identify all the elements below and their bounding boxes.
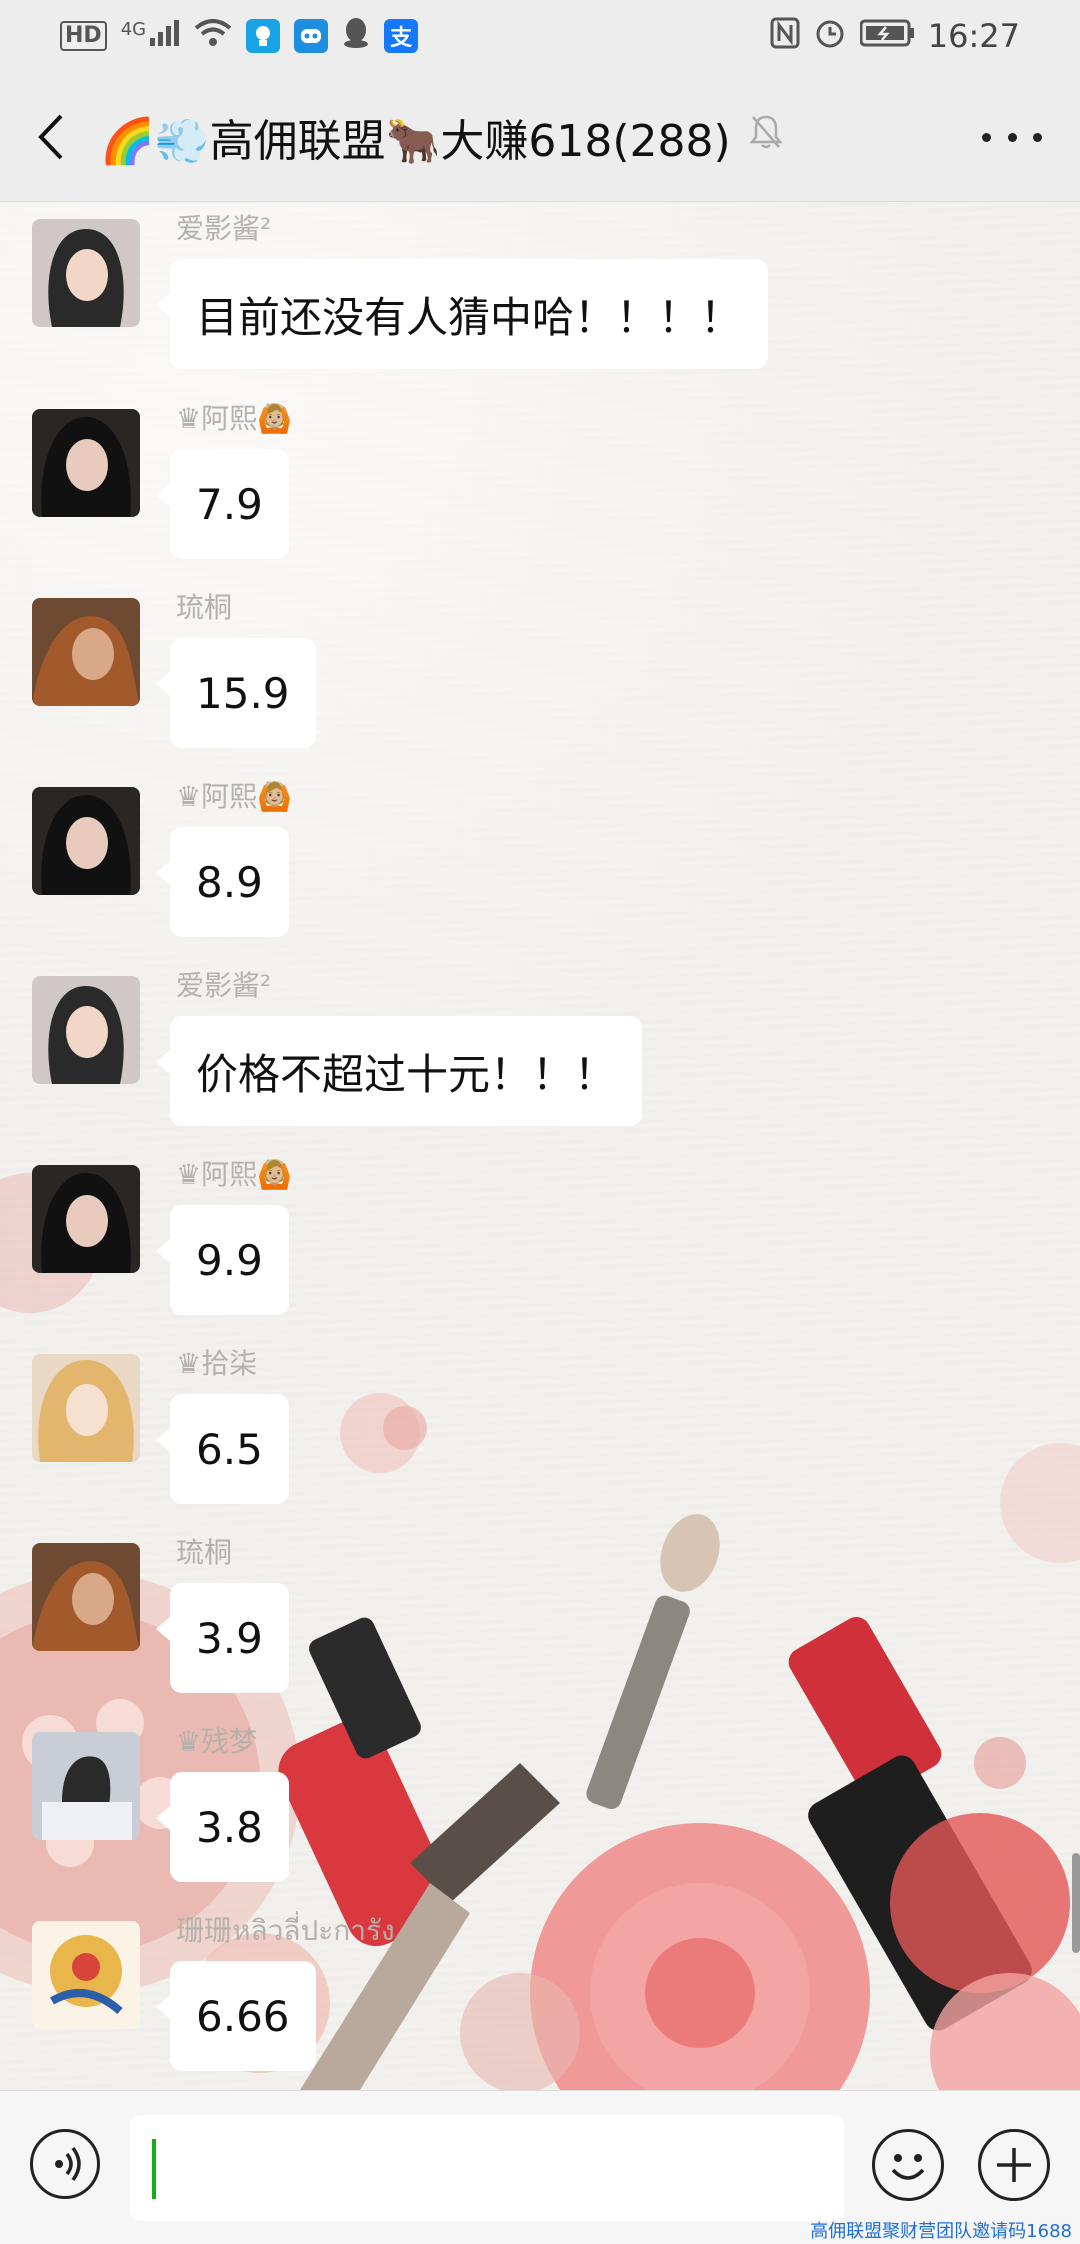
message-row: 珊珊หลิวลี่ปะการัง 6.66 (0, 1905, 1080, 2090)
message-row: 琉桐 15.9 (0, 582, 1080, 772)
hd-badge: HD (60, 21, 107, 51)
message-input[interactable] (130, 2115, 844, 2221)
bulb-app-icon (246, 19, 281, 53)
sender-name: ♛残梦 (176, 1725, 258, 1758)
message-bubble[interactable]: 6.5 (156, 1394, 289, 1504)
message-row: 爱影酱² 目前还没有人猜中哈！！！！ (0, 203, 1080, 393)
message-bubble[interactable]: 3.9 (156, 1583, 289, 1693)
signal-icon (150, 19, 180, 53)
scrollbar[interactable] (1072, 1853, 1080, 1953)
watermark: 高佣联盟聚财营团队邀请码1688 (810, 2221, 1072, 2242)
message-bubble[interactable]: 7.9 (156, 449, 289, 559)
robot-app-icon (294, 19, 329, 53)
message-bubble[interactable]: 9.9 (156, 1205, 289, 1315)
dot-icon (1033, 132, 1042, 142)
more-functions-button[interactable] (978, 2129, 1050, 2201)
sender-name: 爱影酱² (176, 969, 272, 1002)
avatar[interactable] (32, 409, 140, 517)
message-bubble[interactable]: 8.9 (156, 827, 289, 937)
qq-icon (342, 17, 370, 56)
status-time: 16:27 (927, 17, 1020, 55)
message-row: ♛残梦 3.8 (0, 1716, 1080, 1906)
chat-title: 🌈💨高佣联盟🐂大赚618(288) (100, 115, 731, 167)
message-bubble[interactable]: 6.66 (156, 1961, 316, 2071)
message-bubble[interactable]: 3.8 (156, 1772, 289, 1882)
network-type: 4G (120, 18, 147, 40)
status-bar: HD 4G 支 16:27 (0, 0, 1080, 72)
sender-name: 爱影酱² (176, 212, 272, 245)
avatar[interactable] (32, 598, 140, 706)
message-row: ♛阿熙🙆🏼 9.9 (0, 1149, 1080, 1339)
avatar[interactable] (32, 1921, 140, 2029)
voice-input-button[interactable] (30, 2129, 100, 2199)
message-row: 爱影酱² 价格不超过十元！！！ (0, 960, 1080, 1150)
message-bubble[interactable]: 目前还没有人猜中哈！！！！ (155, 259, 769, 369)
chat-title-wrap: 🌈💨高佣联盟🐂大赚618(288) (100, 105, 783, 169)
avatar[interactable] (32, 976, 140, 1084)
nfc-icon (770, 17, 800, 56)
message-list[interactable]: 爱影酱² 目前还没有人猜中哈！！！！ ♛阿熙🙆🏼 7.9 琉桐 15.9 ♛阿熙… (0, 203, 1080, 2090)
muted-bell-icon (749, 111, 783, 162)
chat-header: 🌈💨高佣联盟🐂大赚618(288) (0, 72, 1080, 202)
back-button[interactable] (0, 72, 100, 202)
dot-icon (982, 132, 991, 142)
smiley-icon (891, 2154, 925, 2180)
message-row: ♛阿熙🙆🏼 8.9 (0, 771, 1080, 961)
sender-name: ♛阿熙🙆🏼 (176, 402, 292, 435)
battery-icon (859, 19, 914, 54)
wifi-icon (194, 18, 232, 55)
alipay-icon: 支 (384, 19, 419, 53)
text-caret (152, 2139, 156, 2199)
plus-icon (997, 2148, 1031, 2182)
sender-name: ♛拾柒 (176, 1347, 258, 1380)
alarm-icon (814, 17, 846, 56)
avatar[interactable] (32, 1732, 140, 1840)
avatar[interactable] (32, 787, 140, 895)
sender-name: ♛阿熙🙆🏼 (176, 780, 292, 813)
sender-name: 琉桐 (176, 1536, 233, 1569)
status-right: 16:27 (770, 17, 1020, 56)
sender-name: 琉桐 (176, 591, 233, 624)
message-row: ♛拾柒 6.5 (0, 1338, 1080, 1528)
avatar[interactable] (32, 1354, 140, 1462)
chat-screen: HD 4G 支 16:27 🌈💨高佣联盟🐂大赚618(288) 爱影酱² 目前还… (0, 0, 1080, 2244)
message-bubble[interactable]: 价格不超过十元！！！ (155, 1016, 643, 1126)
avatar[interactable] (32, 1543, 140, 1651)
message-row: ♛阿熙🙆🏼 7.9 (0, 393, 1080, 583)
more-options-button[interactable] (982, 110, 1042, 164)
message-row: 琉桐 3.9 (0, 1527, 1080, 1717)
chevron-left-icon (38, 114, 63, 159)
sender-name: 珊珊หลิวลี่ปะการัง (176, 1914, 395, 1947)
voice-icon (55, 2146, 81, 2182)
sender-name: ♛阿熙🙆🏼 (176, 1158, 292, 1191)
dot-icon (1007, 132, 1017, 142)
emoji-button[interactable] (872, 2129, 944, 2201)
status-left: HD 4G 支 (60, 17, 419, 56)
avatar[interactable] (32, 219, 140, 327)
input-bar: 高佣联盟聚财营团队邀请码1688 (0, 2090, 1080, 2244)
message-bubble[interactable]: 15.9 (156, 638, 316, 748)
avatar[interactable] (32, 1165, 140, 1273)
